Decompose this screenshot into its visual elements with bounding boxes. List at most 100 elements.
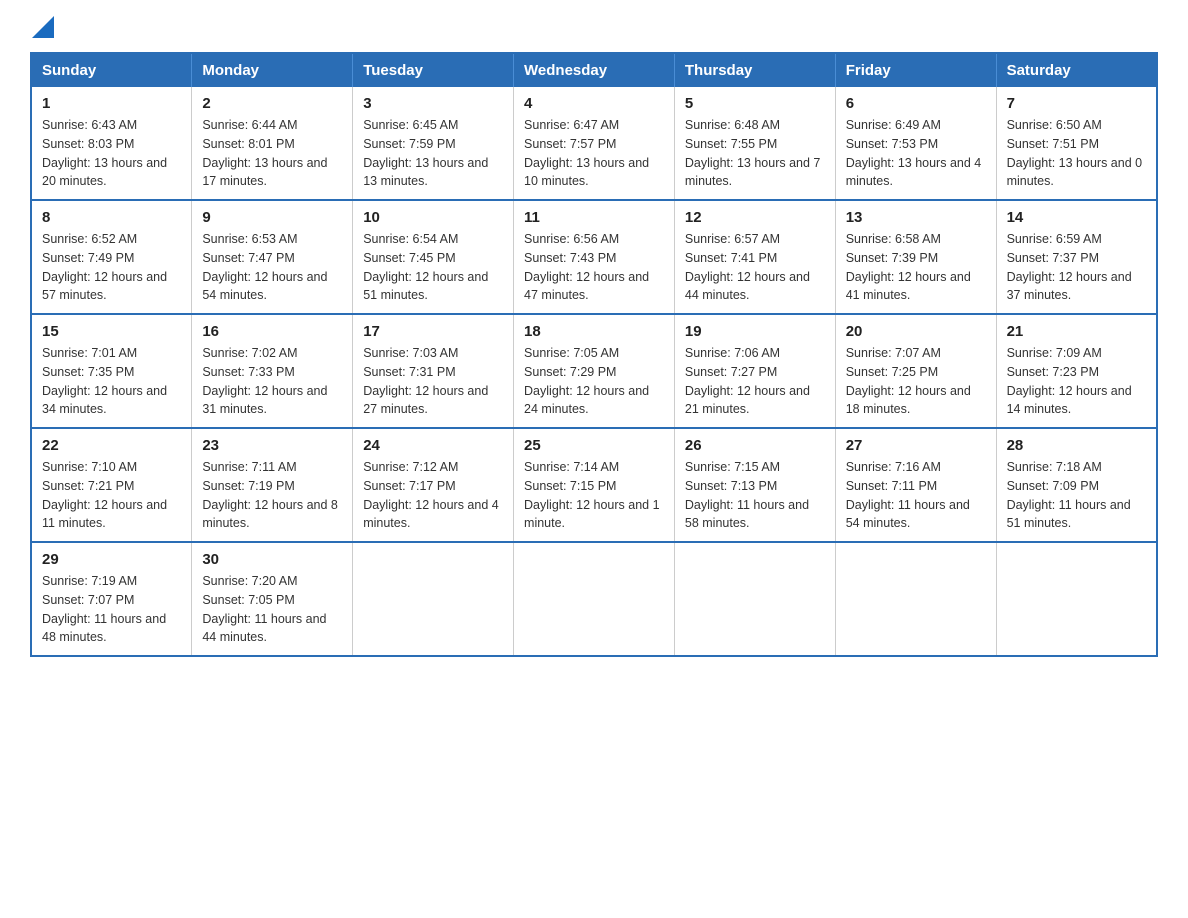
day-info: Sunrise: 7:15 AMSunset: 7:13 PMDaylight:… (685, 458, 825, 533)
day-number: 7 (1007, 95, 1146, 112)
day-info: Sunrise: 6:50 AMSunset: 7:51 PMDaylight:… (1007, 116, 1146, 191)
day-info: Sunrise: 7:06 AMSunset: 7:27 PMDaylight:… (685, 344, 825, 419)
calendar-cell: 8 Sunrise: 6:52 AMSunset: 7:49 PMDayligh… (31, 200, 192, 314)
day-info: Sunrise: 6:44 AMSunset: 8:01 PMDaylight:… (202, 116, 342, 191)
calendar-cell: 4 Sunrise: 6:47 AMSunset: 7:57 PMDayligh… (514, 87, 675, 200)
day-info: Sunrise: 6:53 AMSunset: 7:47 PMDaylight:… (202, 230, 342, 305)
day-number: 20 (846, 323, 986, 340)
day-number: 16 (202, 323, 342, 340)
calendar-cell: 7 Sunrise: 6:50 AMSunset: 7:51 PMDayligh… (996, 87, 1157, 200)
day-info: Sunrise: 7:07 AMSunset: 7:25 PMDaylight:… (846, 344, 986, 419)
header-day-wednesday: Wednesday (514, 53, 675, 87)
day-number: 5 (685, 95, 825, 112)
day-info: Sunrise: 7:02 AMSunset: 7:33 PMDaylight:… (202, 344, 342, 419)
calendar-cell (514, 542, 675, 656)
calendar-cell: 21 Sunrise: 7:09 AMSunset: 7:23 PMDaylig… (996, 314, 1157, 428)
day-info: Sunrise: 6:59 AMSunset: 7:37 PMDaylight:… (1007, 230, 1146, 305)
calendar-cell: 10 Sunrise: 6:54 AMSunset: 7:45 PMDaylig… (353, 200, 514, 314)
calendar-cell: 20 Sunrise: 7:07 AMSunset: 7:25 PMDaylig… (835, 314, 996, 428)
calendar-cell: 26 Sunrise: 7:15 AMSunset: 7:13 PMDaylig… (674, 428, 835, 542)
calendar-cell (674, 542, 835, 656)
day-number: 9 (202, 209, 342, 226)
week-row-5: 29 Sunrise: 7:19 AMSunset: 7:07 PMDaylig… (31, 542, 1157, 656)
day-number: 25 (524, 437, 664, 454)
day-number: 3 (363, 95, 503, 112)
day-info: Sunrise: 6:49 AMSunset: 7:53 PMDaylight:… (846, 116, 986, 191)
page-header (30, 20, 1158, 32)
day-info: Sunrise: 7:16 AMSunset: 7:11 PMDaylight:… (846, 458, 986, 533)
day-info: Sunrise: 6:56 AMSunset: 7:43 PMDaylight:… (524, 230, 664, 305)
day-number: 28 (1007, 437, 1146, 454)
week-row-3: 15 Sunrise: 7:01 AMSunset: 7:35 PMDaylig… (31, 314, 1157, 428)
calendar-cell: 30 Sunrise: 7:20 AMSunset: 7:05 PMDaylig… (192, 542, 353, 656)
day-info: Sunrise: 6:54 AMSunset: 7:45 PMDaylight:… (363, 230, 503, 305)
calendar-cell (835, 542, 996, 656)
day-number: 15 (42, 323, 181, 340)
calendar-cell: 13 Sunrise: 6:58 AMSunset: 7:39 PMDaylig… (835, 200, 996, 314)
day-number: 19 (685, 323, 825, 340)
logo-triangle-icon (32, 16, 54, 38)
header-day-sunday: Sunday (31, 53, 192, 87)
day-info: Sunrise: 6:57 AMSunset: 7:41 PMDaylight:… (685, 230, 825, 305)
day-info: Sunrise: 7:11 AMSunset: 7:19 PMDaylight:… (202, 458, 342, 533)
calendar-cell: 19 Sunrise: 7:06 AMSunset: 7:27 PMDaylig… (674, 314, 835, 428)
day-info: Sunrise: 7:03 AMSunset: 7:31 PMDaylight:… (363, 344, 503, 419)
day-info: Sunrise: 7:09 AMSunset: 7:23 PMDaylight:… (1007, 344, 1146, 419)
calendar-cell: 25 Sunrise: 7:14 AMSunset: 7:15 PMDaylig… (514, 428, 675, 542)
day-info: Sunrise: 7:01 AMSunset: 7:35 PMDaylight:… (42, 344, 181, 419)
calendar-cell: 6 Sunrise: 6:49 AMSunset: 7:53 PMDayligh… (835, 87, 996, 200)
day-info: Sunrise: 7:14 AMSunset: 7:15 PMDaylight:… (524, 458, 664, 533)
header-day-friday: Friday (835, 53, 996, 87)
day-info: Sunrise: 7:12 AMSunset: 7:17 PMDaylight:… (363, 458, 503, 533)
day-info: Sunrise: 6:43 AMSunset: 8:03 PMDaylight:… (42, 116, 181, 191)
header-day-monday: Monday (192, 53, 353, 87)
day-number: 26 (685, 437, 825, 454)
calendar-cell: 28 Sunrise: 7:18 AMSunset: 7:09 PMDaylig… (996, 428, 1157, 542)
calendar-cell: 11 Sunrise: 6:56 AMSunset: 7:43 PMDaylig… (514, 200, 675, 314)
day-info: Sunrise: 6:48 AMSunset: 7:55 PMDaylight:… (685, 116, 825, 191)
day-number: 10 (363, 209, 503, 226)
day-number: 18 (524, 323, 664, 340)
calendar-cell: 9 Sunrise: 6:53 AMSunset: 7:47 PMDayligh… (192, 200, 353, 314)
day-number: 27 (846, 437, 986, 454)
calendar-cell: 5 Sunrise: 6:48 AMSunset: 7:55 PMDayligh… (674, 87, 835, 200)
calendar-cell: 16 Sunrise: 7:02 AMSunset: 7:33 PMDaylig… (192, 314, 353, 428)
calendar-table: SundayMondayTuesdayWednesdayThursdayFrid… (30, 52, 1158, 657)
calendar-cell: 14 Sunrise: 6:59 AMSunset: 7:37 PMDaylig… (996, 200, 1157, 314)
day-number: 8 (42, 209, 181, 226)
day-info: Sunrise: 7:05 AMSunset: 7:29 PMDaylight:… (524, 344, 664, 419)
calendar-cell: 29 Sunrise: 7:19 AMSunset: 7:07 PMDaylig… (31, 542, 192, 656)
calendar-cell: 2 Sunrise: 6:44 AMSunset: 8:01 PMDayligh… (192, 87, 353, 200)
header-day-tuesday: Tuesday (353, 53, 514, 87)
day-info: Sunrise: 6:58 AMSunset: 7:39 PMDaylight:… (846, 230, 986, 305)
header-row: SundayMondayTuesdayWednesdayThursdayFrid… (31, 53, 1157, 87)
day-number: 30 (202, 551, 342, 568)
day-number: 12 (685, 209, 825, 226)
day-number: 4 (524, 95, 664, 112)
day-info: Sunrise: 6:52 AMSunset: 7:49 PMDaylight:… (42, 230, 181, 305)
day-number: 23 (202, 437, 342, 454)
day-info: Sunrise: 6:47 AMSunset: 7:57 PMDaylight:… (524, 116, 664, 191)
day-number: 14 (1007, 209, 1146, 226)
calendar-cell: 27 Sunrise: 7:16 AMSunset: 7:11 PMDaylig… (835, 428, 996, 542)
day-number: 21 (1007, 323, 1146, 340)
calendar-cell: 1 Sunrise: 6:43 AMSunset: 8:03 PMDayligh… (31, 87, 192, 200)
week-row-1: 1 Sunrise: 6:43 AMSunset: 8:03 PMDayligh… (31, 87, 1157, 200)
calendar-cell: 12 Sunrise: 6:57 AMSunset: 7:41 PMDaylig… (674, 200, 835, 314)
day-number: 13 (846, 209, 986, 226)
day-info: Sunrise: 7:20 AMSunset: 7:05 PMDaylight:… (202, 572, 342, 647)
logo (30, 20, 54, 32)
calendar-cell: 22 Sunrise: 7:10 AMSunset: 7:21 PMDaylig… (31, 428, 192, 542)
day-number: 22 (42, 437, 181, 454)
calendar-cell: 24 Sunrise: 7:12 AMSunset: 7:17 PMDaylig… (353, 428, 514, 542)
calendar-cell (996, 542, 1157, 656)
calendar-cell: 3 Sunrise: 6:45 AMSunset: 7:59 PMDayligh… (353, 87, 514, 200)
calendar-body: 1 Sunrise: 6:43 AMSunset: 8:03 PMDayligh… (31, 87, 1157, 656)
calendar-cell (353, 542, 514, 656)
day-number: 2 (202, 95, 342, 112)
day-info: Sunrise: 7:18 AMSunset: 7:09 PMDaylight:… (1007, 458, 1146, 533)
calendar-header: SundayMondayTuesdayWednesdayThursdayFrid… (31, 53, 1157, 87)
header-day-thursday: Thursday (674, 53, 835, 87)
day-info: Sunrise: 6:45 AMSunset: 7:59 PMDaylight:… (363, 116, 503, 191)
header-day-saturday: Saturday (996, 53, 1157, 87)
